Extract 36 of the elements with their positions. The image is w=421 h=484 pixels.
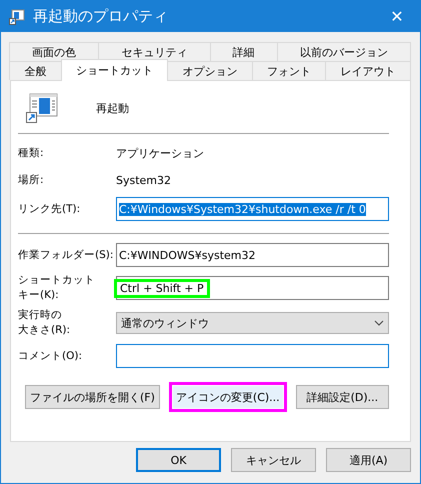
tab[interactable]: 画面の色 [9,42,100,61]
close-button[interactable]: ✕ [382,7,412,26]
field-label: コメント(O): [18,348,83,364]
input-field[interactable]: C:¥WINDOWS¥system32 [116,243,389,267]
input-field[interactable]: C:¥Windows¥System32¥shutdown.exe /r /t 0 [116,197,389,221]
dialog-button[interactable]: 適用(A) [326,448,411,472]
action-button[interactable]: ファイルの場所を開く(F) [25,385,160,409]
dropdown[interactable]: 通常のウィンドウ [116,312,389,334]
chevron-icon [374,320,384,326]
field-label: ショートカット [18,273,96,288]
field-label: リンク先(T): [18,202,82,216]
tab[interactable]: 全般 [9,61,62,80]
field-label: 種類: [18,146,45,160]
property-value: System32 [116,174,172,186]
input-field[interactable]: Ctrl + Shift + P [116,276,389,300]
selected-text: C:¥Windows¥System32¥shutdown.exe /r /t 0 [119,202,366,216]
tab[interactable]: ショートカット [60,59,168,81]
shortcut-name: 再起動 [96,100,129,116]
field-label: 大きさ(R): [18,323,72,338]
tab[interactable]: 以前のバージョン [276,42,411,61]
action-button[interactable]: 詳細設定(D)... [296,385,389,409]
window-title: 再起動のプロパティ [33,7,169,26]
action-button[interactable]: アイコンの変更(C)... [168,382,287,412]
field-label: 作業フォルダー(S): [18,248,114,262]
dialog-button[interactable]: キャンセル [231,448,316,472]
field-label: キー(K): [18,288,60,303]
dialog-button[interactable]: OK [136,448,221,472]
field-label: 実行時の [18,308,63,323]
field-label: 場所: [18,172,45,188]
input-field[interactable] [116,344,389,368]
shortcut-app-icon [9,8,25,24]
shortcut-app-icon [26,93,58,123]
tab[interactable]: レイアウト [325,61,411,80]
field-value: Ctrl + Shift + P [114,278,210,298]
field-value: C:¥WINDOWS¥system32 [119,248,256,262]
property-value: アプリケーション [116,146,204,160]
